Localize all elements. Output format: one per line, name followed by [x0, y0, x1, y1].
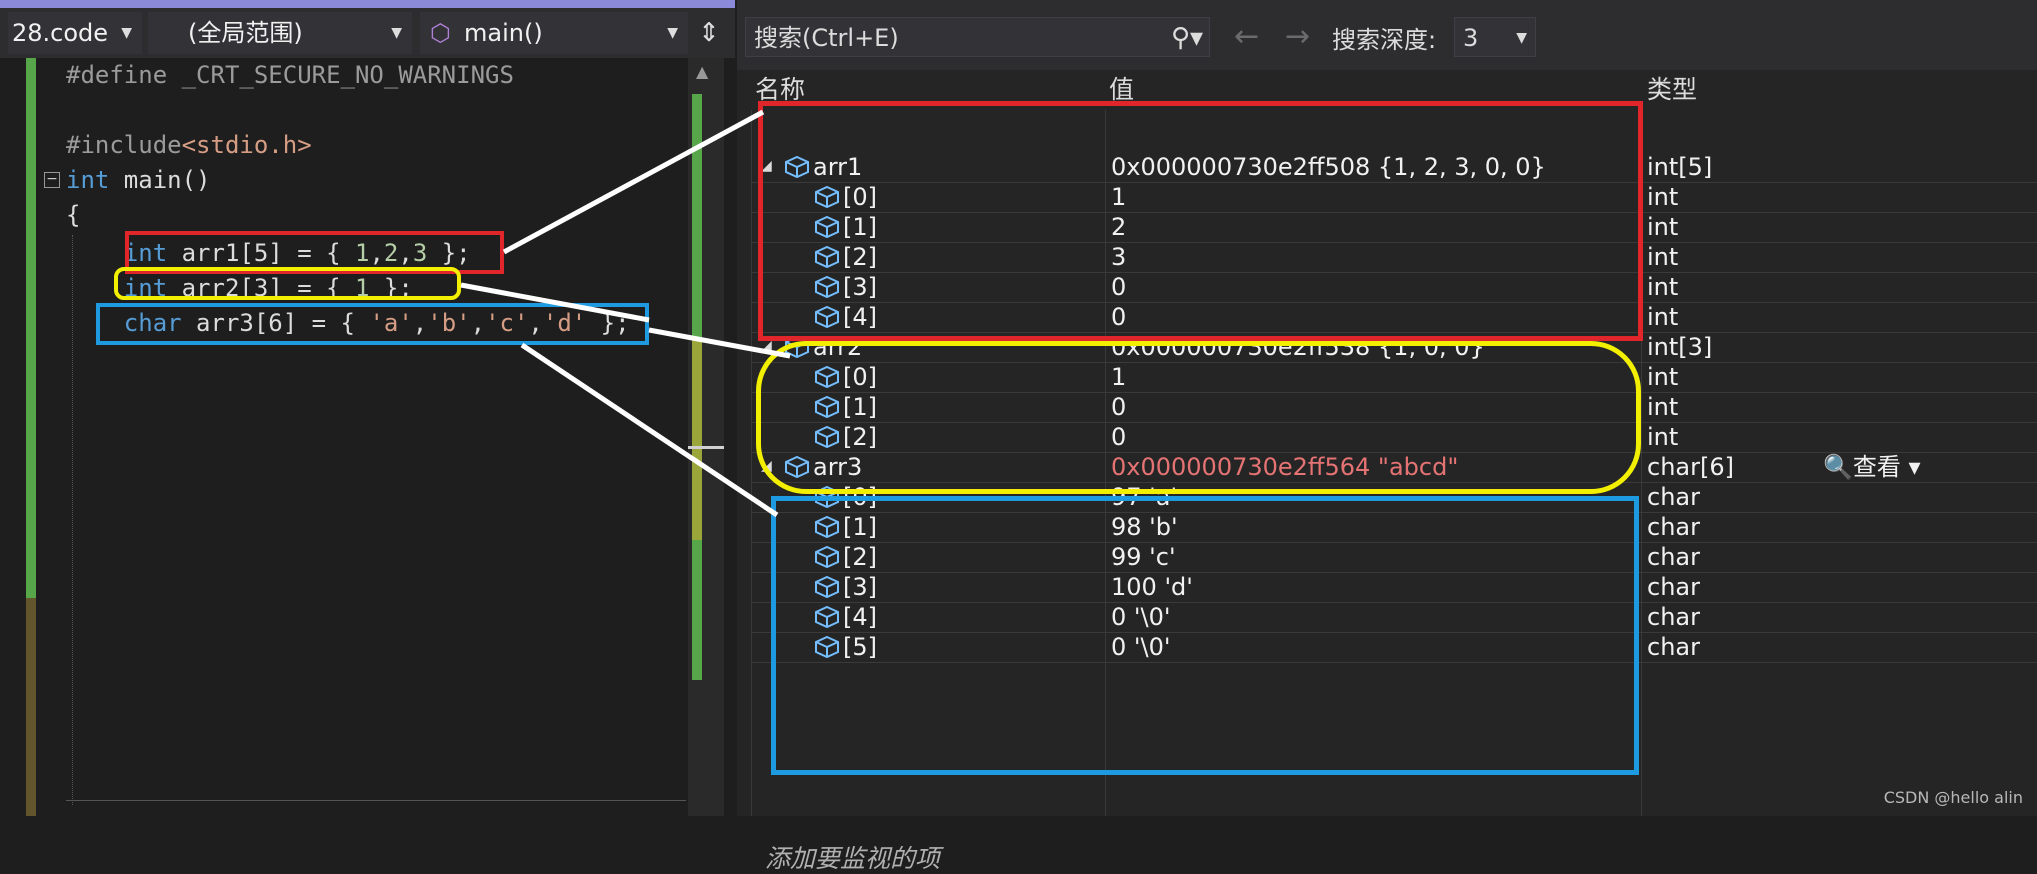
search-icon[interactable]: ⚲▾: [1171, 22, 1211, 54]
code-line[interactable]: int main(): [66, 163, 211, 197]
editor-tab-stripe: [0, 0, 735, 8]
code-line[interactable]: #define _CRT_SECURE_NO_WARNINGS: [66, 58, 514, 92]
code-token: int: [66, 166, 110, 194]
file-dropdown-label: 28.code: [12, 19, 109, 47]
code-line[interactable]: #include<stdio.h>: [66, 128, 312, 162]
cube-icon: ⬡: [430, 19, 451, 47]
view-visualizer-button[interactable]: 🔍查看 ▾: [1823, 452, 1921, 482]
column-header-type[interactable]: 类型: [1647, 70, 1697, 110]
watch-type: char: [1647, 483, 1700, 511]
change-tracking-bar: [26, 58, 36, 598]
watch-type: int: [1647, 183, 1679, 211]
code-token: #define: [66, 61, 182, 89]
watch-type: char: [1647, 573, 1700, 601]
annotation-box-arr2-watch: [756, 341, 1641, 494]
back-arrow-icon[interactable]: ←: [1234, 20, 1259, 54]
code-token: _CRT_SECURE_NO_WARNINGS: [181, 61, 514, 89]
code-token: <stdio.h>: [181, 131, 312, 159]
search-input[interactable]: 搜索(Ctrl+E) ⚲▾: [745, 17, 1210, 57]
code-token: #include: [66, 131, 182, 159]
watch-type: int: [1647, 213, 1679, 241]
watch-type: char: [1647, 543, 1700, 571]
code-token: main(): [109, 166, 211, 194]
watch-type: char: [1647, 603, 1700, 631]
annotation-box-arr3: [96, 303, 649, 345]
code-editor[interactable]: 28.code ▼ (全局范围) ▼ ⬡ main() ▼ ⇕ − #defin…: [0, 0, 735, 816]
search-depth-select[interactable]: 3 ▼: [1454, 17, 1536, 57]
watch-type: int: [1647, 303, 1679, 331]
function-dropdown-label: main(): [464, 19, 543, 47]
watch-type: int: [1647, 423, 1679, 451]
annotation-box-arr1-watch: [758, 101, 1643, 341]
scope-dropdown-label: (全局范围): [188, 19, 303, 47]
watch-type: char[6]: [1647, 453, 1734, 481]
chevron-down-icon: ▼: [1516, 30, 1527, 46]
watch-type: int: [1647, 363, 1679, 391]
scrollbar-caret-marker: [688, 446, 724, 449]
search-depth-label: 搜索深度:: [1332, 26, 1437, 54]
split-window-icon[interactable]: ⇕: [694, 14, 724, 52]
chevron-down-icon: ▼: [667, 25, 678, 41]
watch-type: char: [1647, 513, 1700, 541]
add-watch-input[interactable]: 添加要监视的项: [765, 844, 940, 874]
collapse-icon[interactable]: −: [44, 172, 60, 188]
function-dropdown[interactable]: ⬡ main() ▼: [420, 12, 688, 54]
chevron-down-icon: ▼: [391, 25, 402, 41]
search-placeholder: 搜索(Ctrl+E): [754, 24, 899, 52]
editor-navigation-bar: 28.code ▼ (全局范围) ▼ ⬡ main() ▼ ⇕: [0, 8, 735, 58]
watch-type: char: [1647, 633, 1700, 661]
editor-bottom-edge: [66, 800, 686, 817]
watch-type: int: [1647, 273, 1679, 301]
watch-type: int[5]: [1647, 153, 1713, 181]
watch-toolbar: 搜索(Ctrl+E) ⚲▾ ← → 搜索深度: 3 ▼: [737, 0, 2037, 70]
unsaved-change-bar: [26, 598, 36, 816]
watch-type: int[3]: [1647, 333, 1713, 361]
watch-type: int: [1647, 243, 1679, 271]
code-token: {: [66, 201, 81, 229]
chevron-down-icon: ▼: [121, 25, 132, 41]
watch-type: int: [1647, 393, 1679, 421]
file-dropdown[interactable]: 28.code ▼: [8, 12, 142, 54]
watermark: CSDN @hello alin: [1883, 788, 2023, 807]
annotation-box-arr2: [114, 267, 461, 300]
scrollbar-change-marker: [692, 340, 702, 540]
annotation-box-arr3-watch: [771, 496, 1639, 775]
scope-dropdown[interactable]: (全局范围) ▼: [148, 12, 412, 54]
forward-arrow-icon[interactable]: →: [1285, 20, 1310, 54]
search-depth-value: 3: [1463, 24, 1479, 52]
scroll-up-icon[interactable]: ▲: [696, 62, 708, 81]
code-line[interactable]: {: [66, 198, 80, 232]
